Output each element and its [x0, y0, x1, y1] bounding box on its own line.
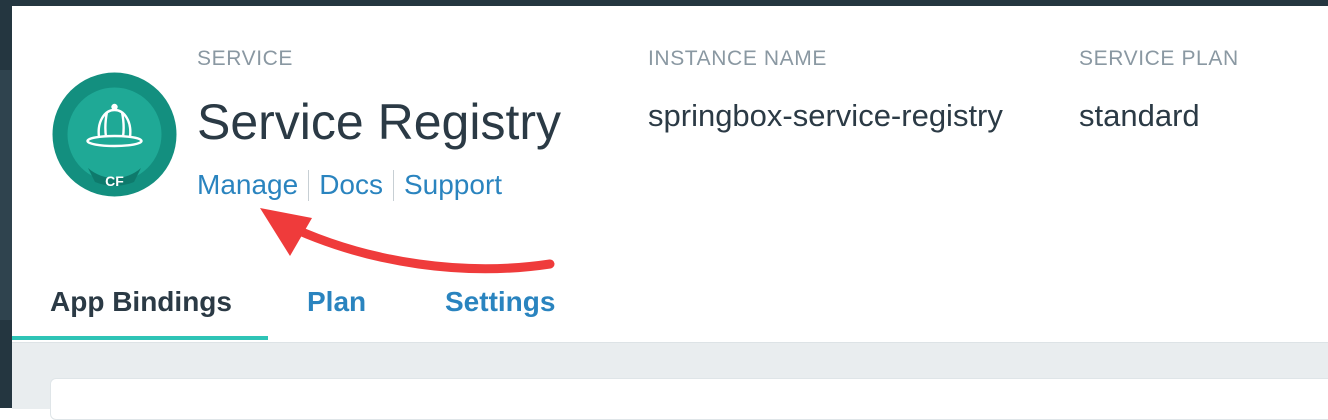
service-title: Service Registry — [197, 94, 561, 150]
service-logo-icon: CF — [52, 72, 177, 197]
service-label: SERVICE — [197, 47, 294, 70]
service-plan-label: SERVICE PLAN — [1079, 47, 1239, 70]
left-sidebar-edge — [0, 0, 12, 408]
instance-name-label: INSTANCE NAME — [648, 47, 827, 70]
tab-bar: App Bindings Plan Settings — [12, 278, 1328, 342]
active-tab-indicator — [12, 336, 268, 340]
content-card — [50, 378, 1328, 420]
tab-app-bindings[interactable]: App Bindings — [50, 286, 232, 318]
service-plan-value: standard — [1079, 98, 1200, 133]
logo-badge: CF — [105, 173, 124, 189]
sidebar-shade — [0, 70, 12, 320]
tab-settings[interactable]: Settings — [445, 286, 555, 318]
tab-plan[interactable]: Plan — [307, 286, 366, 318]
instance-name-value: springbox-service-registry — [648, 98, 1003, 133]
red-arrow-annotation — [260, 208, 555, 274]
